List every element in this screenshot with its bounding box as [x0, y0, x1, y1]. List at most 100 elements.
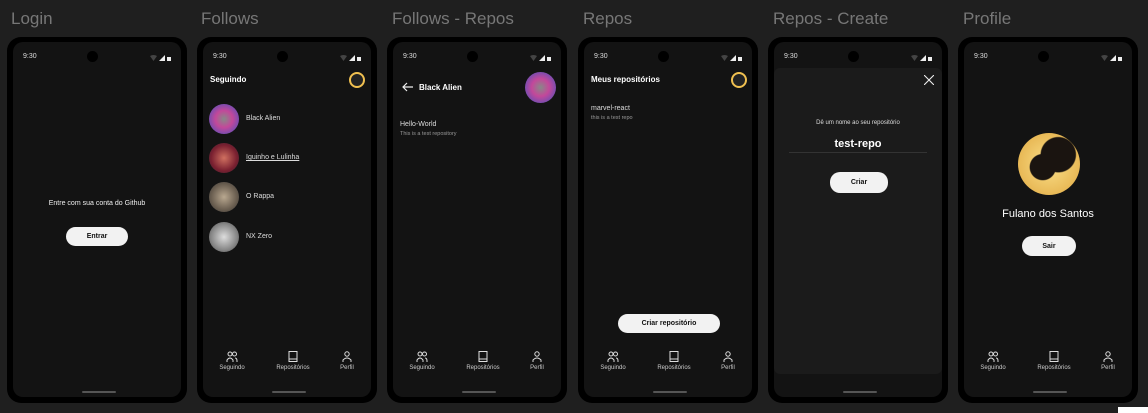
nav-repos-label: Repositórios: [276, 365, 310, 371]
nav-following[interactable]: Seguindo: [397, 351, 447, 371]
avatar: [209, 222, 239, 252]
signal-icon: [1110, 55, 1116, 61]
create-button[interactable]: Criar: [830, 172, 888, 193]
list-item[interactable]: Black Alien: [203, 104, 371, 138]
phone-repos: 9:30 Meus repositórios marvel-react this…: [578, 37, 758, 403]
status-time: 9:30: [974, 53, 988, 60]
repo-name[interactable]: Hello-World: [400, 121, 436, 128]
status-time: 9:30: [213, 53, 227, 60]
status-icons: [530, 55, 551, 61]
frame-title-login: Login: [11, 9, 53, 28]
status-time: 9:30: [594, 53, 608, 60]
nav-profile[interactable]: Perfil: [322, 351, 371, 371]
list-item-label: NX Zero: [246, 233, 273, 240]
people-icon: [607, 351, 619, 362]
people-icon: [416, 351, 428, 362]
person-icon: [532, 351, 542, 362]
login-prompt: Entre com sua conta do Github: [48, 200, 146, 207]
camera-hole: [87, 51, 98, 62]
home-indicator: [843, 391, 877, 393]
people-icon: [987, 351, 999, 362]
frame-title-follows: Follows: [201, 9, 259, 28]
frame-title-repos: Repos: [583, 9, 633, 28]
book-icon: [669, 351, 679, 362]
page-title: Seguindo: [210, 75, 247, 84]
list-item[interactable]: Iguinho e Lulinha: [203, 143, 371, 177]
book-icon: [1049, 351, 1059, 362]
close-icon[interactable]: [924, 75, 934, 85]
nav-repos[interactable]: Repositórios: [458, 351, 508, 371]
signal-icon: [349, 55, 355, 61]
book-icon: [288, 351, 298, 362]
nav-repos[interactable]: Repositórios: [1029, 351, 1079, 371]
repo-description: this is a test repo: [591, 115, 633, 121]
home-indicator: [1033, 391, 1067, 393]
list-item[interactable]: O Rappa: [203, 182, 371, 216]
bottom-nav: Seguindo Repositórios Perfil: [964, 351, 1132, 381]
person-icon: [1103, 351, 1113, 362]
wifi-icon: [340, 55, 347, 61]
nav-following[interactable]: Seguindo: [207, 351, 257, 371]
phone-repos-create: 9:30 Dê um nome ao seu repositório test-…: [768, 37, 948, 403]
camera-hole: [1038, 51, 1049, 62]
battery-icon: [738, 57, 742, 61]
battery-icon: [1118, 57, 1122, 61]
status-icons: [911, 55, 932, 61]
profile-name: Fulano dos Santos: [1002, 208, 1094, 220]
user-avatar[interactable]: [349, 72, 365, 88]
nav-following[interactable]: Seguindo: [968, 351, 1018, 371]
nav-following-label: Seguindo: [219, 365, 245, 371]
nav-following-label: Seguindo: [980, 365, 1006, 371]
login-button[interactable]: Entrar: [66, 227, 128, 246]
repo-name[interactable]: marvel-react: [591, 105, 630, 112]
logout-button[interactable]: Sair: [1022, 236, 1076, 256]
person-icon: [723, 351, 733, 362]
battery-icon: [928, 57, 932, 61]
wifi-icon: [530, 55, 537, 61]
camera-hole: [467, 51, 478, 62]
list-item-label: Black Alien: [246, 115, 281, 122]
battery-icon: [167, 57, 171, 61]
nav-profile[interactable]: Perfil: [703, 351, 752, 371]
back-arrow-icon[interactable]: [402, 82, 414, 92]
camera-hole: [658, 51, 669, 62]
frame-title-repos-create: Repos - Create: [773, 9, 889, 28]
nav-repos[interactable]: Repositórios: [649, 351, 699, 371]
list-item[interactable]: NX Zero: [203, 222, 371, 256]
create-repo-button[interactable]: Criar repositório: [618, 314, 720, 333]
nav-following[interactable]: Seguindo: [588, 351, 638, 371]
nav-repos[interactable]: Repositórios: [268, 351, 318, 371]
bottom-nav: Seguindo Repositórios Perfil: [584, 351, 752, 381]
status-icons: [721, 55, 742, 61]
status-icons: [150, 55, 171, 61]
wifi-icon: [150, 55, 157, 61]
user-avatar[interactable]: [731, 72, 747, 88]
nav-profile-label: Perfil: [1101, 365, 1115, 371]
list-item-label: O Rappa: [246, 193, 275, 200]
status-icons: [1101, 55, 1122, 61]
signal-icon: [730, 55, 736, 61]
nav-following-label: Seguindo: [409, 365, 435, 371]
phone-login: 9:30 Entre com sua conta do Github Entra…: [7, 37, 187, 403]
home-indicator: [82, 391, 116, 393]
nav-profile-label: Perfil: [340, 365, 354, 371]
page-title: Black Alien: [419, 83, 462, 92]
person-icon: [342, 351, 352, 362]
avatar: [209, 182, 239, 212]
nav-profile[interactable]: Perfil: [1083, 351, 1132, 371]
phone-follows: 9:30 Seguindo Black Alien Iguinho e Luli…: [197, 37, 377, 403]
wifi-icon: [1101, 55, 1108, 61]
profile-avatar: [1018, 133, 1080, 195]
list-item-label: Iguinho e Lulinha: [246, 154, 300, 161]
create-repo-sheet: Dê um nome ao seu repositório test-repo …: [774, 68, 942, 374]
bottom-nav: Seguindo Repositórios Perfil: [393, 351, 561, 381]
repo-name-input[interactable]: test-repo: [789, 138, 927, 153]
frame-title-follows-repos: Follows - Repos: [392, 9, 514, 28]
nav-profile[interactable]: Perfil: [512, 351, 561, 371]
battery-icon: [547, 57, 551, 61]
nav-following-label: Seguindo: [600, 365, 626, 371]
phone-follows-repos: 9:30 Black Alien Hello-World This is a t…: [387, 37, 567, 403]
home-indicator: [462, 391, 496, 393]
camera-hole: [848, 51, 859, 62]
page-title: Meus repositórios: [591, 75, 660, 84]
